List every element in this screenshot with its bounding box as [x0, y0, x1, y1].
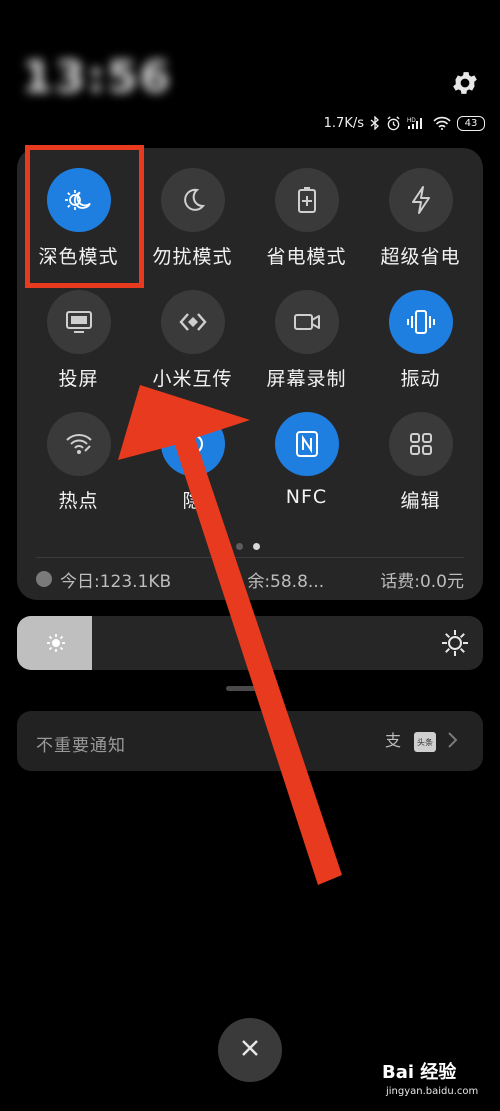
tile-grid-edit[interactable]: 编辑: [364, 412, 477, 532]
notification-app-icons: 支 头条: [384, 730, 458, 754]
alarm-icon: [386, 115, 401, 131]
notification-title: 不重要通知: [36, 736, 126, 756]
tile-label: NFC: [285, 486, 328, 508]
settings-gear-icon[interactable]: [450, 68, 480, 98]
watermark-url: jingyan.baidu.com: [386, 1086, 479, 1097]
chevron-right-icon[interactable]: [446, 731, 458, 753]
nfc-icon[interactable]: [274, 412, 339, 476]
alipay-icon: 支: [384, 730, 404, 754]
tile-label: 超级省电: [380, 246, 461, 268]
close-button[interactable]: [218, 1018, 282, 1082]
bluetooth-icon: [370, 116, 380, 130]
partially-hidden-icon[interactable]: [160, 412, 225, 476]
annotation-highlight-box: [25, 145, 144, 288]
baidu-watermark: Bai 经验: [382, 1062, 457, 1083]
cast-icon[interactable]: [46, 290, 111, 354]
tile-hotspot[interactable]: 热点: [22, 412, 135, 532]
tile-label: 热点: [58, 490, 99, 512]
lightning-icon[interactable]: [388, 168, 453, 232]
tile-vibrate[interactable]: 振动: [364, 290, 477, 410]
divider: [36, 557, 464, 558]
net-speed: 1.7K/s: [323, 115, 364, 131]
close-icon: [240, 1038, 260, 1062]
data-usage-row[interactable]: 今日:123.1KB 余:58.8... 话费:0.0元: [36, 566, 464, 592]
hotspot-icon[interactable]: [46, 412, 111, 476]
brightness-slider[interactable]: [17, 616, 483, 670]
sim-icon: [36, 571, 52, 587]
tile-cast[interactable]: 投屏: [22, 290, 135, 410]
tile-label: 省电模式: [266, 246, 347, 268]
phone-fee: 话费:0.0元: [380, 571, 464, 592]
tile-lightning[interactable]: 超级省电: [364, 168, 477, 288]
tile-battery-saver[interactable]: 省电模式: [250, 168, 363, 288]
tile-mi-share[interactable]: 小米互传: [136, 290, 249, 410]
tile-label: 屏幕录制: [266, 368, 347, 390]
usage-remaining: 余:58.8...: [247, 571, 325, 592]
tile-screen-record[interactable]: 屏幕录制: [250, 290, 363, 410]
page-dot: [236, 543, 243, 550]
wifi-icon: [433, 116, 451, 130]
usage-today: 今日:123.1KB: [60, 571, 172, 592]
tile-label: 小米互传: [152, 368, 233, 390]
screen-record-icon[interactable]: [274, 290, 339, 354]
brightness-low-icon: [45, 632, 67, 658]
tile-label: 勿扰模式: [152, 246, 233, 268]
brightness-high-icon: [440, 628, 470, 662]
grid-edit-icon[interactable]: [388, 412, 453, 476]
toutiao-icon: 头条: [414, 732, 436, 752]
drag-handle[interactable]: [226, 686, 274, 691]
page-indicator: [236, 543, 260, 550]
mi-share-icon[interactable]: [160, 290, 225, 354]
svg-text:支: 支: [385, 731, 401, 750]
battery-indicator: 43: [457, 115, 485, 131]
tile-label: 隐: [182, 490, 203, 512]
tile-moon[interactable]: 勿扰模式: [136, 168, 249, 288]
svg-text:HD: HD: [407, 118, 416, 124]
page-dot-active: [253, 543, 260, 550]
clock: 13:56: [22, 52, 173, 103]
tile-label: 投屏: [58, 368, 99, 390]
battery-saver-icon[interactable]: [274, 168, 339, 232]
moon-icon[interactable]: [160, 168, 225, 232]
tile-label: 振动: [400, 368, 441, 390]
tile-label: 编辑: [400, 490, 441, 512]
signal-hd-icon: HD: [407, 116, 427, 130]
status-bar: 1.7K/s HD 43: [300, 112, 485, 134]
vibrate-icon[interactable]: [388, 290, 453, 354]
tile-partially-hidden[interactable]: 隐: [136, 412, 249, 532]
tile-nfc[interactable]: NFC: [250, 412, 363, 532]
